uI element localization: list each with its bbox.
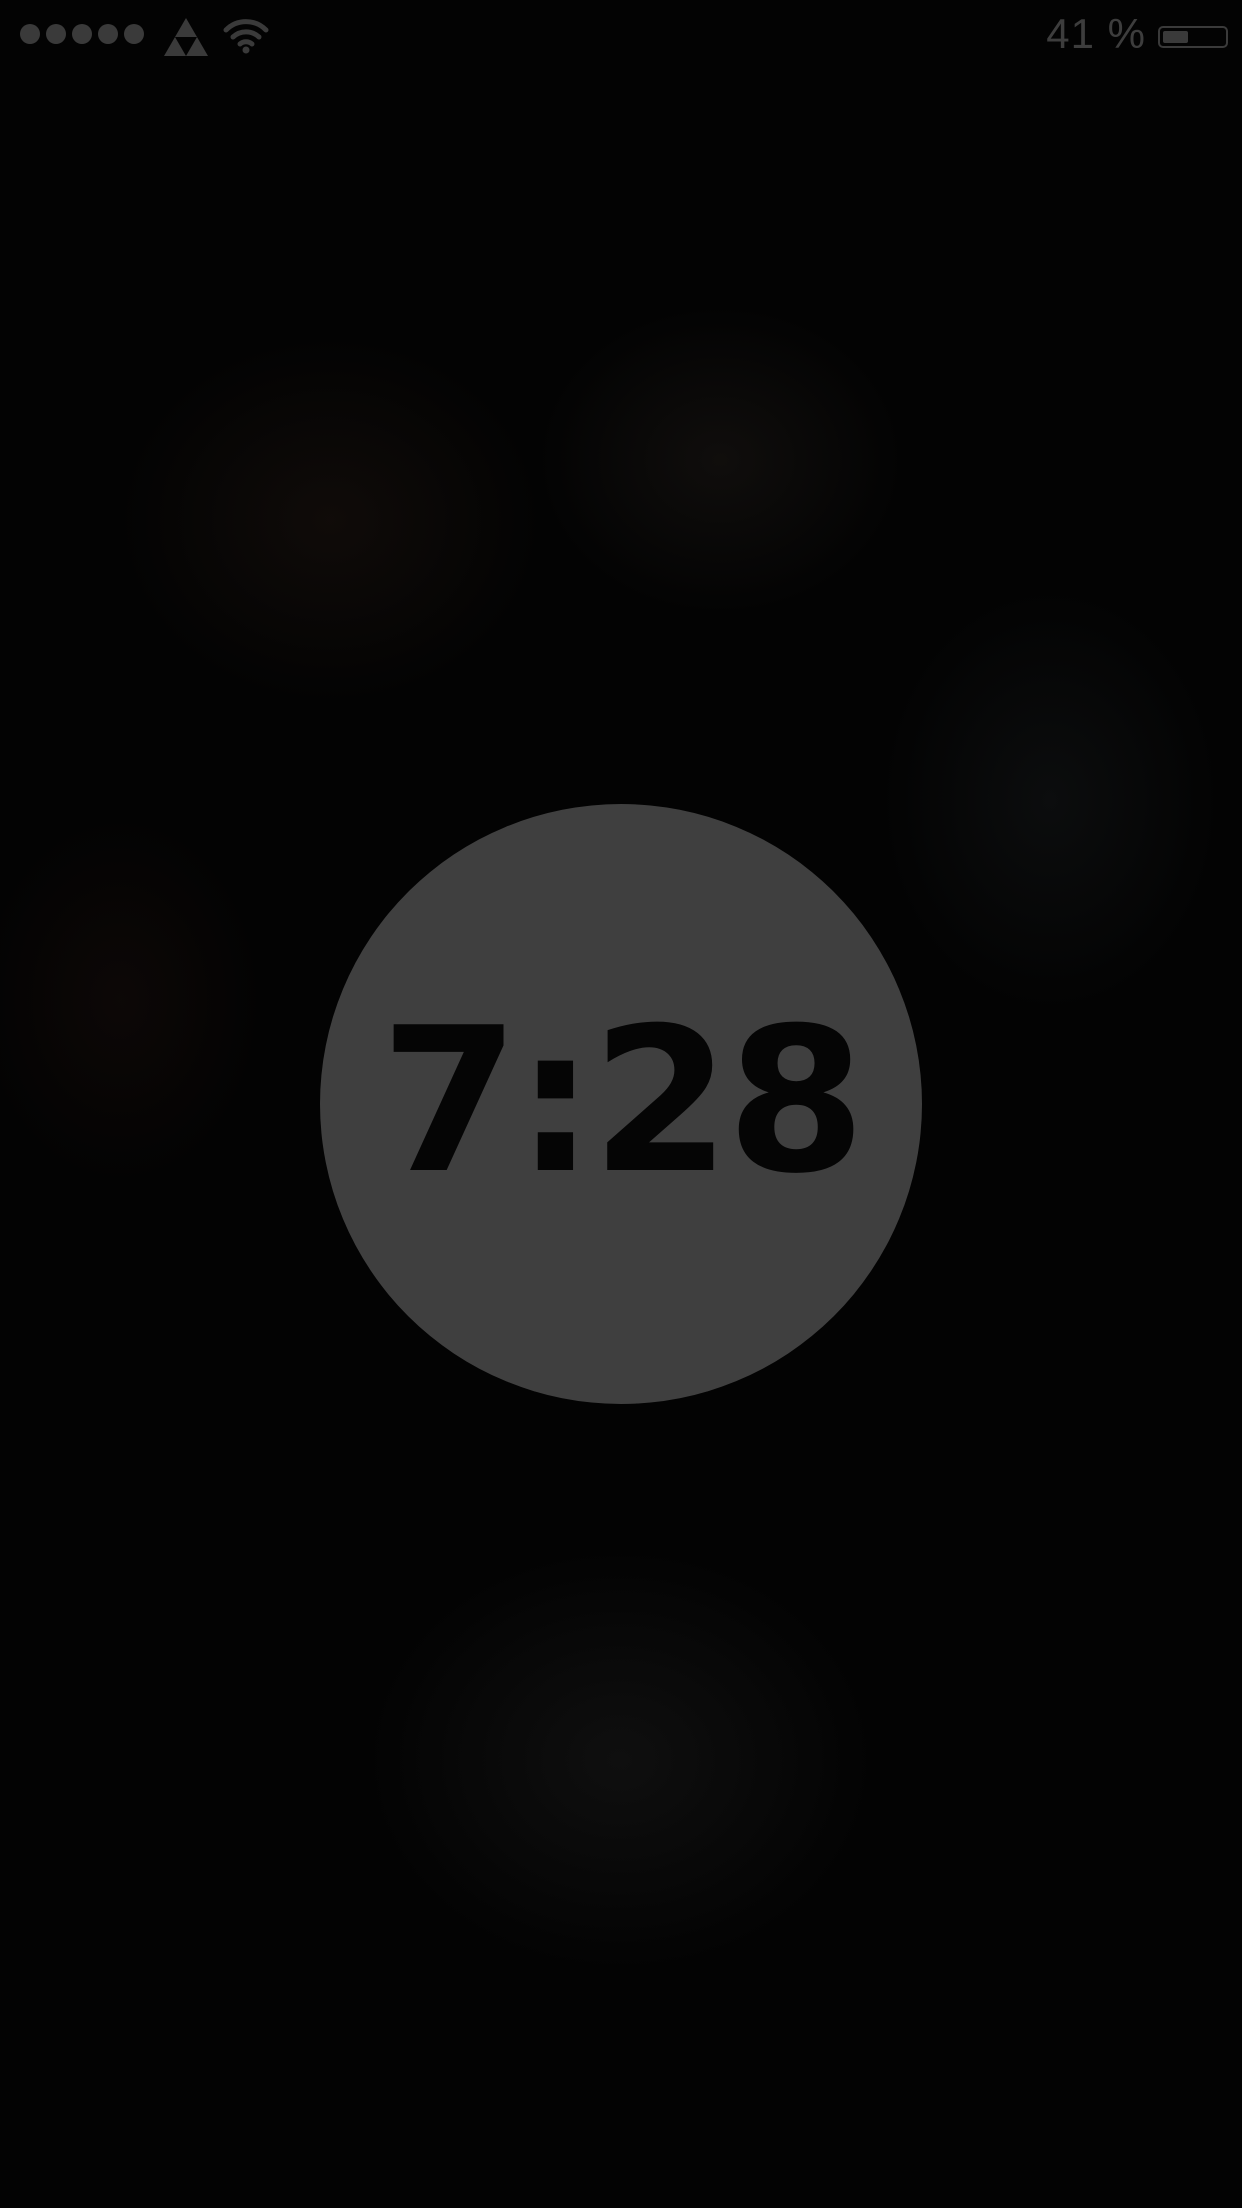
battery-level-fill	[1163, 31, 1188, 43]
signal-dot	[46, 24, 66, 44]
triforce-icon	[164, 18, 208, 56]
signal-dot	[124, 24, 144, 44]
signal-dot	[20, 24, 40, 44]
wifi-icon	[223, 19, 269, 54]
status-bar: 41 %	[0, 0, 1242, 72]
clock-time: 7:28	[380, 985, 865, 1218]
battery-icon	[1158, 26, 1228, 48]
signal-strength-icon	[20, 24, 144, 44]
lock-screen: 41 % 7:28	[0, 0, 1242, 2208]
clock-circle[interactable]: 7:28	[320, 804, 922, 1404]
signal-dot	[98, 24, 118, 44]
signal-dot	[72, 24, 92, 44]
battery-percentage: 41 %	[1046, 10, 1146, 57]
